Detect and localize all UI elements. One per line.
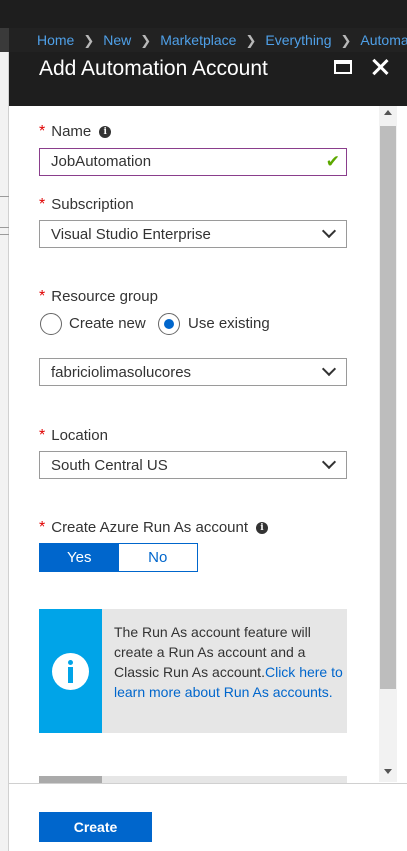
chevron-right-icon: ❯ bbox=[140, 33, 152, 48]
blade-title: Add Automation Account bbox=[39, 57, 268, 80]
run-as-label: * Create Azure Run As account i bbox=[39, 519, 269, 537]
scroll-thumb[interactable] bbox=[380, 126, 396, 689]
breadcrumb: Home ❯ New ❯ Marketplace ❯ Everything ❯ Automati… bbox=[37, 32, 407, 49]
add-automation-account-blade: Add Automation Account * Name i JobAutomat… bbox=[9, 52, 407, 851]
resource-group-label: * Resource group bbox=[39, 288, 158, 305]
run-as-info-box: The Run As account feature will create a… bbox=[39, 609, 347, 733]
use-existing-label[interactable]: Use existing bbox=[188, 315, 270, 332]
vertical-scrollbar[interactable] bbox=[379, 106, 397, 782]
check-icon: ✔ bbox=[325, 152, 340, 171]
name-input[interactable]: JobAutomation ✔ bbox=[39, 148, 347, 176]
location-label: * Location bbox=[39, 427, 108, 444]
chevron-down-icon bbox=[321, 454, 337, 470]
subscription-label: * Subscription bbox=[39, 196, 134, 213]
scroll-up-icon[interactable] bbox=[384, 110, 392, 115]
location-select[interactable]: South Central US bbox=[39, 451, 347, 479]
info-text: The Run As account feature will create a… bbox=[114, 624, 343, 700]
breadcrumb-bar: Home ❯ New ❯ Marketplace ❯ Everything ❯ Automati… bbox=[0, 28, 407, 52]
run-as-no-button[interactable]: No bbox=[118, 544, 197, 571]
required-marker: * bbox=[39, 427, 46, 444]
create-button[interactable]: Create bbox=[39, 812, 152, 842]
left-panel-edge bbox=[0, 52, 9, 851]
info-icon[interactable]: i bbox=[256, 522, 269, 535]
breadcrumb-home[interactable]: Home bbox=[37, 32, 74, 48]
required-marker: * bbox=[39, 123, 46, 140]
info-icon[interactable]: i bbox=[99, 126, 112, 139]
breadcrumb-marketplace[interactable]: Marketplace bbox=[160, 32, 236, 48]
chevron-right-icon: ❯ bbox=[83, 33, 95, 48]
required-marker: * bbox=[39, 519, 46, 536]
top-bar bbox=[0, 0, 407, 28]
breadcrumb-everything[interactable]: Everything bbox=[265, 32, 331, 48]
blade-header: Add Automation Account bbox=[9, 52, 407, 106]
resource-group-select[interactable]: fabriciolimasolucores bbox=[39, 358, 347, 386]
run-as-yes-button[interactable]: Yes bbox=[40, 544, 119, 571]
run-as-toggle: Yes No bbox=[39, 543, 198, 572]
chevron-down-icon bbox=[321, 361, 337, 377]
chevron-down-icon bbox=[321, 223, 337, 239]
maximize-icon[interactable] bbox=[334, 60, 352, 74]
subscription-select[interactable]: Visual Studio Enterprise bbox=[39, 220, 347, 248]
blade-footer: Create bbox=[9, 783, 407, 851]
name-label: * Name i bbox=[39, 123, 112, 141]
breadcrumb-automation[interactable]: Automation bbox=[360, 32, 407, 48]
form-content: * Name i JobAutomation ✔ * Subscription Vis… bbox=[9, 106, 379, 786]
chevron-right-icon: ❯ bbox=[340, 33, 352, 48]
create-new-radio[interactable] bbox=[40, 313, 62, 335]
close-icon[interactable] bbox=[370, 56, 390, 78]
scroll-down-icon[interactable] bbox=[384, 769, 392, 774]
info-icon bbox=[52, 653, 89, 690]
breadcrumb-new[interactable]: New bbox=[103, 32, 131, 48]
use-existing-radio[interactable] bbox=[158, 313, 180, 335]
create-new-label[interactable]: Create new bbox=[69, 315, 146, 332]
required-marker: * bbox=[39, 288, 46, 305]
chevron-right-icon: ❯ bbox=[245, 33, 257, 48]
required-marker: * bbox=[39, 196, 46, 213]
